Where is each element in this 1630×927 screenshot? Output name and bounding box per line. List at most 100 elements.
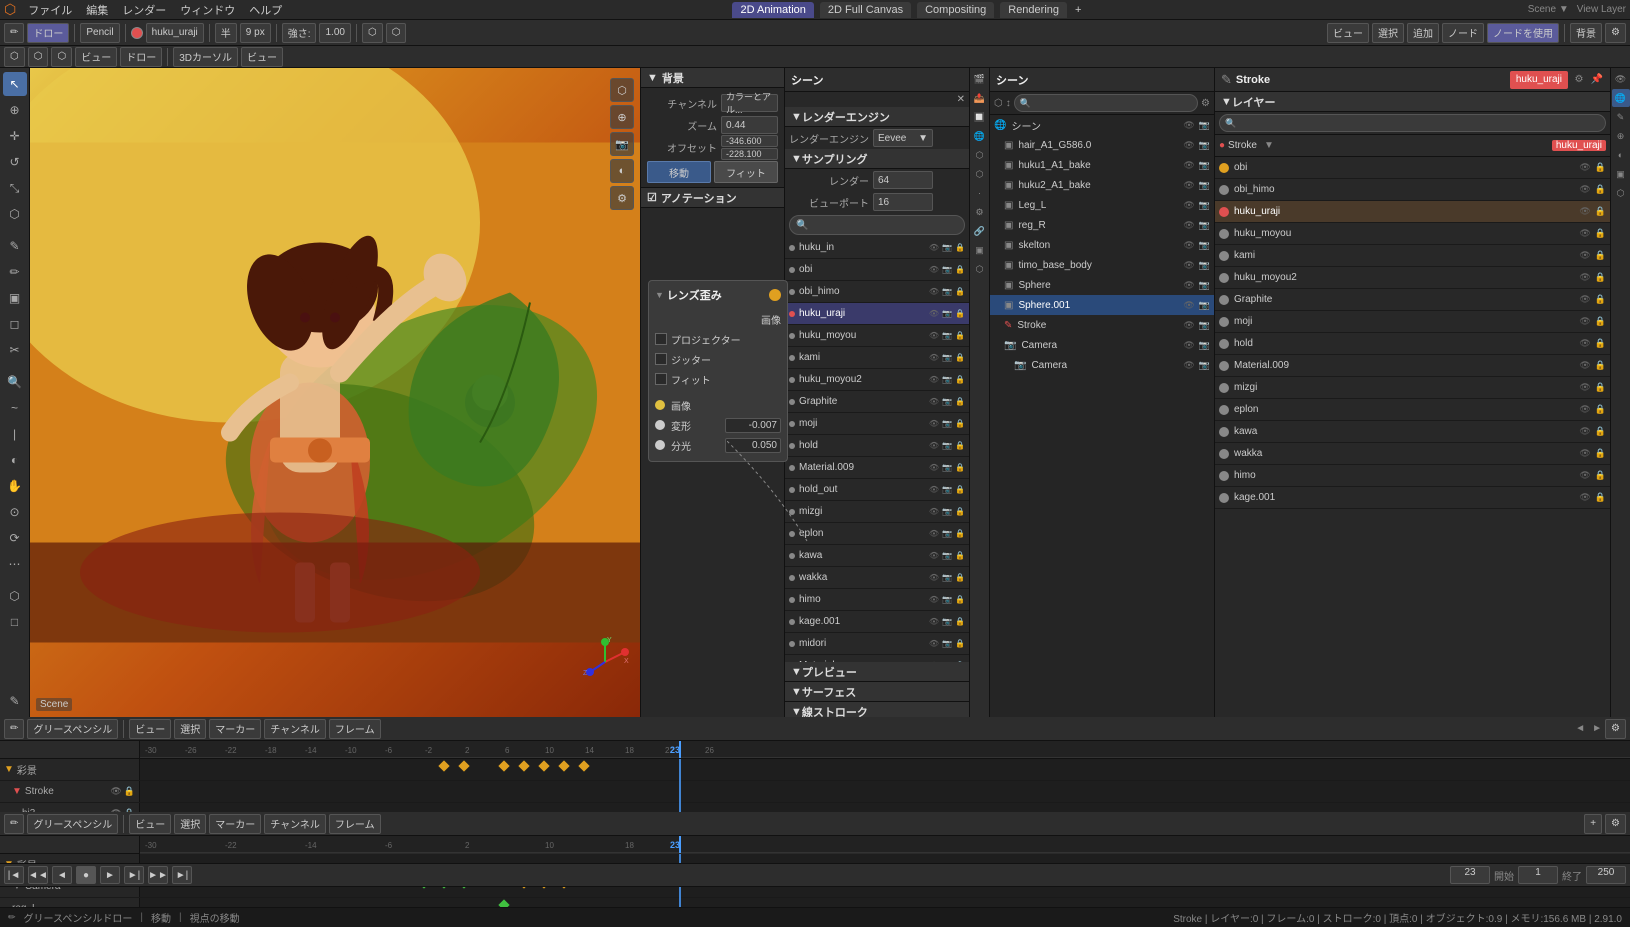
render-engine-value[interactable]: Eevee▼ (873, 129, 933, 147)
fit-check[interactable] (655, 373, 667, 385)
scene-layer-2[interactable]: obi_himo 👁 📷 🔒 (785, 281, 969, 303)
push-tool[interactable]: ⊙ (3, 500, 27, 524)
menu-help[interactable]: ヘルプ (243, 0, 288, 20)
scene-layer-18[interactable]: midori 👁 📷 🔒 (785, 633, 969, 655)
eye-track[interactable]: 👁 (110, 786, 121, 797)
gp-layer-10[interactable]: mizgi 👁 🔒 (1215, 377, 1610, 399)
erase-tool[interactable]: ◻ (3, 312, 27, 336)
viewport-shade1[interactable]: ビュー (1327, 23, 1369, 43)
strength-tool[interactable]: ◐ (3, 448, 27, 472)
view-perspective-btn[interactable]: ⬡ (610, 78, 634, 102)
stop-btn[interactable]: ● (76, 866, 96, 884)
gp-layer-9[interactable]: Material.009 👁 🔒 (1215, 355, 1610, 377)
tab-2d-full[interactable]: 2D Full Canvas (820, 2, 911, 18)
constraint-icon[interactable]: 🔗 (971, 222, 989, 240)
fit-btn[interactable]: フィット (714, 161, 778, 183)
stroke-expand[interactable]: ▼ (12, 786, 22, 797)
view-btn[interactable]: ビュー (241, 47, 283, 67)
tl2-gp-label[interactable]: グリースペンシル (27, 814, 118, 834)
scene-selector[interactable]: Scene ▼ (1528, 4, 1569, 15)
lock-track[interactable]: 🔒 (124, 786, 135, 797)
menu-file[interactable]: ファイル (22, 0, 78, 20)
draw-tool[interactable]: ✏ (3, 260, 27, 284)
offset-y-value[interactable]: -228.100 (721, 148, 778, 160)
transform-tool[interactable]: ⬡ (3, 202, 27, 226)
tl2-filter[interactable]: ⚙ (1605, 814, 1626, 834)
outliner-item-6[interactable]: ▣skelton👁📷 (990, 235, 1214, 255)
scene-layer-6[interactable]: huku_moyou2 👁 📷 🔒 (785, 369, 969, 391)
color-selector[interactable]: huku_uraji (146, 23, 204, 43)
menu-edit[interactable]: 編集 (80, 0, 114, 20)
world-icon[interactable]: ⬡ (971, 146, 989, 164)
tl-filter[interactable]: ⚙ (1605, 719, 1626, 739)
draw-label[interactable]: ドロー (120, 47, 162, 67)
prop-data-icon[interactable]: ▣ (1612, 165, 1630, 183)
fill-tool[interactable]: ▣ (3, 286, 27, 310)
distortion-value[interactable]: -0.007 (725, 418, 781, 433)
render-section-header[interactable]: ▼ レンダーエンジン (785, 107, 969, 127)
annotation-header[interactable]: ☑ アノテーション (641, 188, 784, 208)
viewport-shade3[interactable]: 追加 (1407, 23, 1439, 43)
scene-icon[interactable]: 🌐 (971, 127, 989, 145)
play-forward[interactable]: ►► (148, 866, 168, 884)
snap-tool[interactable]: ✎ (3, 689, 27, 713)
outliner-settings[interactable]: ⚙ (1201, 98, 1210, 109)
stroke-track-content[interactable] (140, 781, 1630, 802)
prop-mod-icon[interactable]: ⊕ (1612, 127, 1630, 145)
annotation-check[interactable]: ☑ (647, 191, 657, 204)
tl-scroll-right[interactable]: ► (1592, 723, 1602, 734)
scene-layer-1[interactable]: obi 👁 📷 🔒 (785, 259, 969, 281)
channel-value[interactable]: カラーとアル... (721, 94, 778, 112)
scene-layer-14[interactable]: kawa 👁 📷 🔒 (785, 545, 969, 567)
popup-collapse[interactable]: ▼ (655, 290, 664, 300)
start-frame-display[interactable]: 1 (1518, 866, 1558, 884)
scene-layer-8[interactable]: moji 👁 📷 🔒 (785, 413, 969, 435)
outliner-sort[interactable]: ↕ (1006, 98, 1011, 109)
tl-gp-label[interactable]: グリースペンシル (27, 719, 118, 739)
gp-layer-11[interactable]: eplon 👁 🔒 (1215, 399, 1610, 421)
move-btn[interactable]: 移動 (647, 161, 711, 183)
outliner-item-8[interactable]: ▣Sphere👁📷 (990, 275, 1214, 295)
gp-layer-4[interactable]: kami 👁 🔒 (1215, 245, 1610, 267)
jump-end[interactable]: ►| (172, 866, 192, 884)
tl-marker[interactable]: マーカー (209, 719, 261, 739)
outliner-item-10[interactable]: ✎Stroke👁📷 (990, 315, 1214, 335)
tl2-marker[interactable]: マーカー (209, 814, 261, 834)
prop-anim-icon[interactable]: ⬡ (1612, 184, 1630, 202)
tab-rendering[interactable]: Rendering (1000, 2, 1067, 18)
zoom-value[interactable]: 0.44 (721, 116, 778, 134)
thickness-tool[interactable]: | (3, 422, 27, 446)
outliner-item-3[interactable]: ▣huku2_A1_bake👁📷 (990, 175, 1214, 195)
pinch-tool[interactable]: ⋯ (3, 552, 27, 576)
mode-selector[interactable]: ドロー (27, 23, 69, 43)
outliner-item-1[interactable]: ▣hair_A1_G586.0👁📷 (990, 135, 1214, 155)
track-group-content[interactable] (140, 759, 1630, 780)
smooth-tool[interactable]: ~ (3, 396, 27, 420)
main-viewport[interactable]: ⬡ ⊕ 📷 ◐ ⚙ X Y Z Scene (30, 68, 640, 717)
cursor-tool[interactable]: ⊕ (3, 98, 27, 122)
scene-layer-3[interactable]: huku_uraji 👁 📷 🔒 (785, 303, 969, 325)
gp-layer-0[interactable]: obi 👁 🔒 (1215, 157, 1610, 179)
render-icon[interactable]: 🎬 (971, 70, 989, 88)
outliner-item-11[interactable]: 📷Camera👁📷 (990, 335, 1214, 355)
clone-tool[interactable]: ⬡ (3, 584, 27, 608)
gp-layer-15[interactable]: kage.001 👁 🔒 (1215, 487, 1610, 509)
tool-btn2[interactable]: ⬡ (28, 47, 49, 67)
projector-check[interactable] (655, 333, 667, 345)
select-mode1[interactable]: ⬡ (362, 23, 383, 43)
viewport-shade4[interactable]: ノード (1442, 23, 1484, 43)
viewport-shade5[interactable]: ノードを使用 (1487, 23, 1559, 43)
gp-layer-6[interactable]: Graphite 👁 🔒 (1215, 289, 1610, 311)
render-samples-value[interactable]: 64 (873, 171, 933, 189)
view-viewport-btn[interactable]: ⚙ (610, 186, 634, 210)
outliner-item-12[interactable]: 📷Camera👁📷 (990, 355, 1214, 375)
outliner-item-4[interactable]: ▣Leg_L👁📷 (990, 195, 1214, 215)
cut-tool[interactable]: ✂ (3, 338, 27, 362)
tl-draw-icon[interactable]: ✏ (4, 719, 24, 739)
tl2-frame[interactable]: フレーム (329, 814, 381, 834)
gp-layer-7[interactable]: moji 👁 🔒 (1215, 311, 1610, 333)
stroke-color[interactable] (131, 27, 143, 39)
jitter-check[interactable] (655, 353, 667, 365)
stroke-settings-btn[interactable]: ⚙ (1572, 73, 1586, 87)
view-camera-btn[interactable]: 📷 (610, 132, 634, 156)
